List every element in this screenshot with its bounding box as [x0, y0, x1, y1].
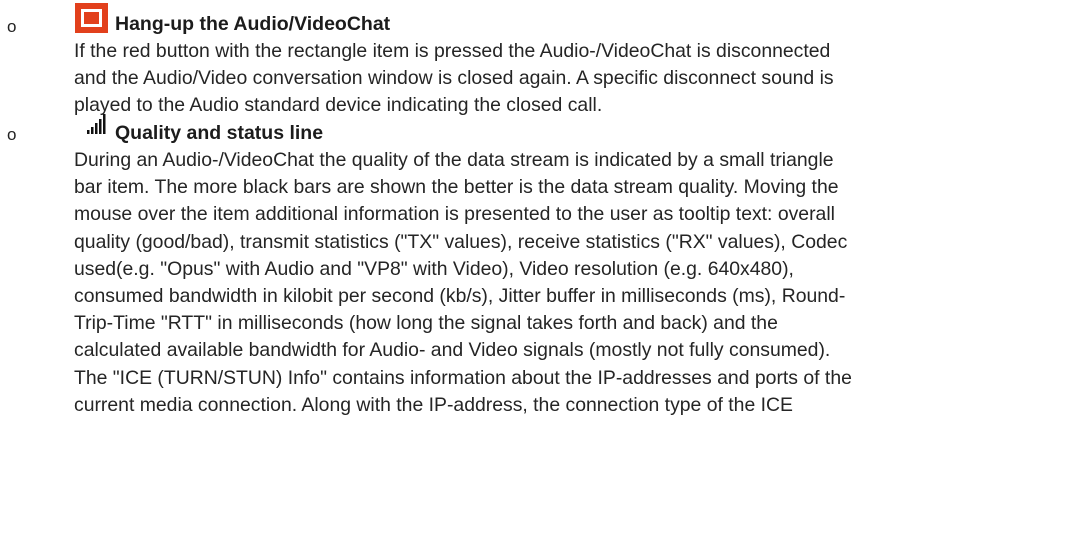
paragraph-line: played to the Audio standard device indi…: [74, 94, 603, 117]
quality-description: During an Audio-/VideoChat the quality o…: [74, 147, 1074, 419]
paragraph-line: During an Audio-/VideoChat the quality o…: [74, 149, 834, 171]
list-bullet: o: [7, 17, 17, 36]
paragraph-line: consumed bandwidth in kilobit per second…: [74, 285, 846, 308]
signal-bars-icon: [87, 113, 109, 140]
list-bullet: o: [7, 125, 17, 144]
hangup-title: Hang-up the Audio/VideoChat: [115, 13, 391, 35]
paragraph-line: quality (good/bad), transmit statistics …: [74, 230, 848, 253]
red-stop-square-icon: [75, 3, 108, 33]
hangup-description: If the red button with the rectangle ite…: [74, 38, 1074, 120]
paragraph-line: mouse over the item additional informati…: [74, 203, 835, 226]
paragraph-line: Trip-Time "RTT" in milliseconds (how lon…: [74, 312, 778, 335]
paragraph-line: current media connection. Along with the…: [74, 393, 793, 416]
quality-title: Quality and status line: [115, 122, 324, 144]
paragraph-line: used(e.g. "Opus" with Audio and "VP8" wi…: [74, 257, 794, 280]
paragraph-line: calculated available bandwidth for Audio…: [74, 339, 831, 362]
paragraph-line: If the red button with the rectangle ite…: [74, 40, 831, 62]
paragraph-line: and the Audio/Video conversation window …: [74, 67, 834, 90]
paragraph-line: The "ICE (TURN/STUN) Info" contains info…: [74, 366, 852, 389]
paragraph-line: bar item. The more black bars are shown …: [74, 176, 839, 199]
